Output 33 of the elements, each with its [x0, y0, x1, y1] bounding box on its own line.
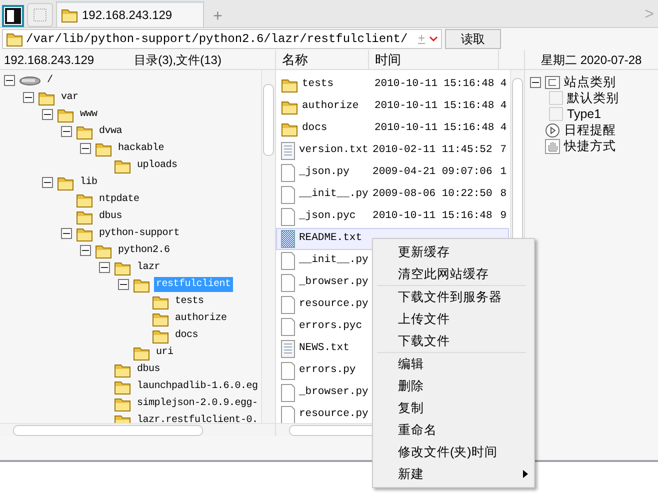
file-name: _json.py [298, 165, 350, 180]
file-time: 2010-10-11 15:16:48 [374, 77, 496, 92]
file-name: resource.py [298, 297, 370, 312]
date-label: 星期二 2020-07-28 [541, 52, 642, 68]
file-size: 4 [500, 121, 508, 136]
file-name: _browser.py [298, 275, 370, 290]
host-label: 192.168.243.129 [4, 52, 94, 68]
file-size: 4 [500, 77, 508, 92]
file-time: 2009-08-06 10:22:50 [372, 187, 494, 202]
file-name: NEWS.txt [298, 341, 350, 356]
file-name: __init__.py [298, 253, 370, 268]
file-size: 1 [500, 165, 508, 180]
file-name: version.txt [298, 143, 370, 158]
file-time: 2010-02-11 11:45:52 [372, 143, 494, 158]
file-name: errors.pyc [298, 319, 364, 334]
file-name: _browser.py [298, 385, 370, 400]
file-time: 2010-10-11 15:16:48 [372, 209, 494, 224]
file-time: 2009-04-21 09:07:06 [372, 165, 494, 180]
file-size: 4 [500, 99, 508, 114]
file-size: 7 [500, 143, 508, 158]
file-name: authorize [301, 99, 360, 114]
file-name: tests [301, 77, 335, 92]
directory-summary: 目录(3),文件(13) [134, 52, 222, 68]
file-name: docs [301, 121, 328, 136]
file-name: resource.py [298, 407, 370, 422]
file-name: _json.pyc [298, 209, 357, 224]
file-time: 2010-10-11 15:16:48 [374, 121, 496, 136]
file-name: __init__.py [298, 187, 370, 202]
file-name: README.txt [298, 231, 364, 246]
file-size: 8 [500, 187, 508, 202]
file-time: 2010-10-11 15:16:48 [374, 99, 496, 114]
file-name: errors.py [298, 363, 357, 378]
file-size: 9 [500, 209, 508, 224]
